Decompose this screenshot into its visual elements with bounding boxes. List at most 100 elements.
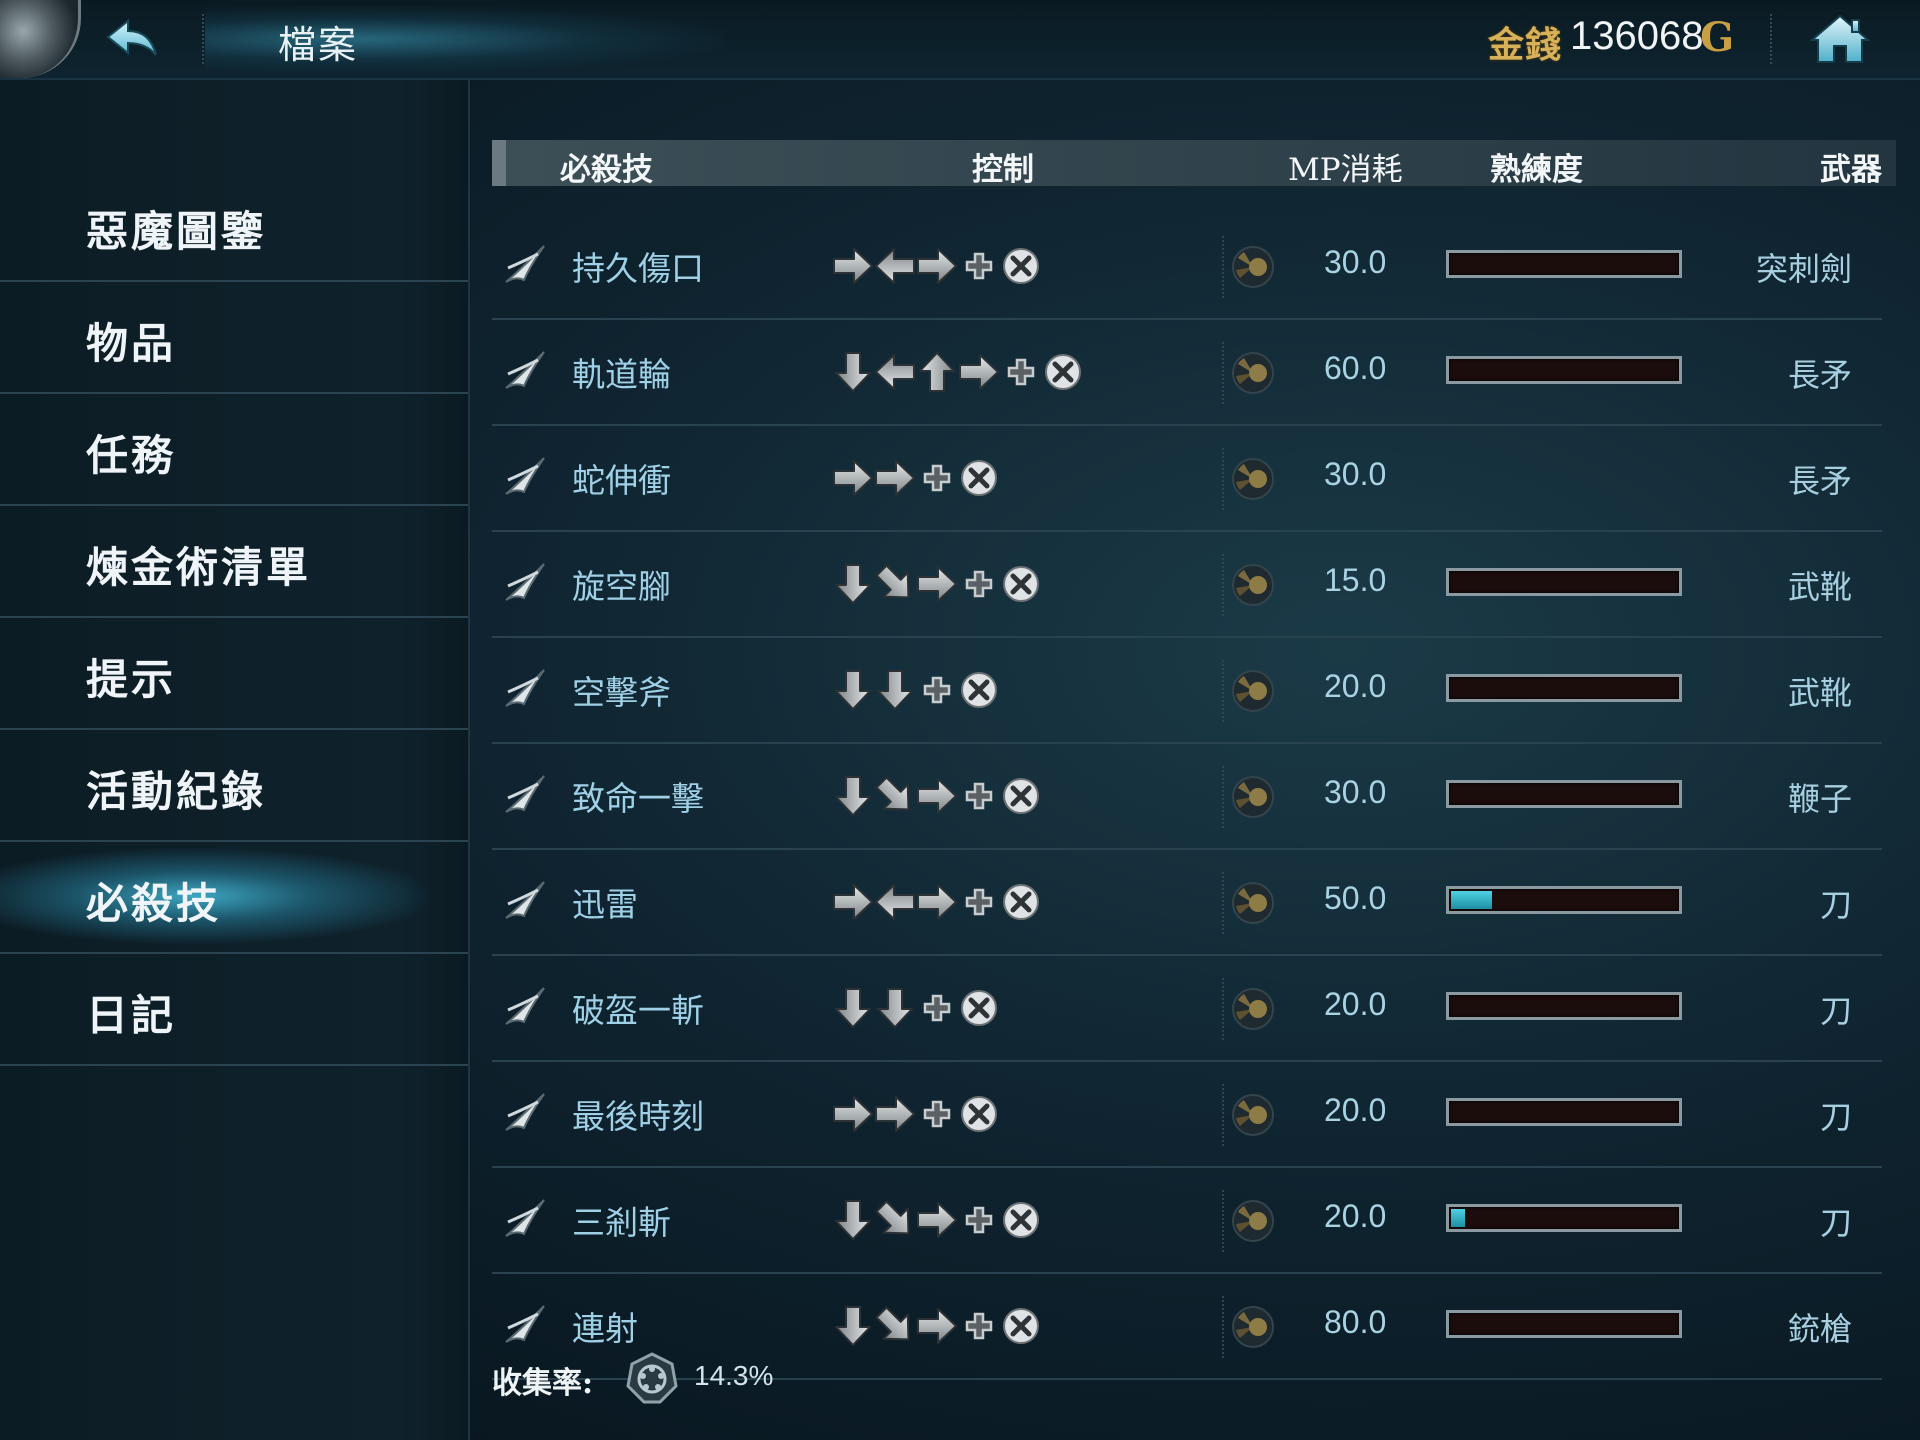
back-button[interactable] xyxy=(100,12,164,66)
footer-divider xyxy=(780,1378,1880,1380)
attack-button-icon xyxy=(998,880,1044,924)
attack-button-icon xyxy=(998,562,1044,606)
mp-cost: 30.0 xyxy=(1324,244,1387,280)
down-arrow-icon xyxy=(830,986,876,1030)
collection-medal-icon xyxy=(626,1352,678,1404)
sidebar-item-label: 惡魔圖鑒 xyxy=(86,207,267,256)
row-divider xyxy=(1222,1296,1224,1358)
down-arrow-icon xyxy=(830,562,876,606)
mp-cost: 50.0 xyxy=(1324,880,1387,916)
left-arrow-icon xyxy=(872,350,918,394)
down-arrow-icon xyxy=(872,986,918,1030)
helm-splitter-icon xyxy=(500,982,550,1032)
skill-row[interactable]: 軌道輪 60.0 長矛 xyxy=(492,320,1882,426)
skill-name: 三剎斬 xyxy=(572,1203,671,1242)
skill-name: 連射 xyxy=(572,1309,638,1348)
right-arrow-icon xyxy=(914,244,960,288)
plus-icon xyxy=(956,1198,1002,1242)
home-icon xyxy=(1809,14,1871,63)
whip-icon xyxy=(500,770,550,820)
weapon-type: 鞭子 xyxy=(1787,780,1852,818)
sidebar-item-activity-log[interactable]: 活動紀錄 xyxy=(0,728,468,842)
sidebar-item-label: 物品 xyxy=(86,319,177,368)
proficiency-bar xyxy=(1446,1098,1682,1126)
skill-row[interactable]: 迅雷 50.0 刀 xyxy=(492,850,1882,956)
sidebar: 惡魔圖鑒 物品 任務 煉金術清單 提示 活動紀錄 必殺技 日記 xyxy=(0,80,470,1440)
mp-gauge-icon xyxy=(1230,244,1276,290)
weapon-type: 銃槍 xyxy=(1787,1310,1852,1348)
row-divider xyxy=(1222,872,1224,934)
sidebar-item-items[interactable]: 物品 xyxy=(0,280,468,394)
skill-name: 空擊斧 xyxy=(572,673,671,712)
proficiency-bar xyxy=(1446,250,1682,278)
attack-button-icon xyxy=(956,1092,1002,1136)
right-arrow-icon xyxy=(914,1198,960,1242)
sidebar-item-alchemy-list[interactable]: 煉金術清單 xyxy=(0,504,468,618)
right-arrow-icon xyxy=(914,562,960,606)
mp-gauge-icon xyxy=(1230,668,1276,714)
row-divider xyxy=(1222,236,1224,298)
attack-button-icon xyxy=(998,774,1044,818)
skill-name: 迅雷 xyxy=(572,885,638,924)
skill-row[interactable]: 持久傷口 30.0 突刺劍 xyxy=(492,214,1882,320)
plus-icon xyxy=(914,1092,960,1136)
corner-ornament-icon xyxy=(0,0,81,78)
mp-cost: 20.0 xyxy=(1324,668,1387,704)
down-right-arrow-icon xyxy=(872,774,918,818)
skill-row[interactable]: 最後時刻 20.0 刀 xyxy=(492,1062,1882,1168)
plus-icon xyxy=(914,668,960,712)
row-divider xyxy=(1222,1084,1224,1146)
skill-row[interactable]: 三剎斬 20.0 刀 xyxy=(492,1168,1882,1274)
money-label: 金錢 xyxy=(1488,24,1563,66)
weapon-type: 刀 xyxy=(1819,1098,1852,1136)
sidebar-item-demon-encyclopedia[interactable]: 惡魔圖鑒 xyxy=(0,168,468,282)
skill-name: 破盔一斬 xyxy=(572,991,704,1030)
down-right-arrow-icon xyxy=(872,1304,918,1348)
skill-row[interactable]: 空擊斧 20.0 武靴 xyxy=(492,638,1882,744)
plus-icon xyxy=(956,562,1002,606)
sidebar-item-label: 任務 xyxy=(86,431,177,480)
mp-gauge-icon xyxy=(1230,986,1276,1032)
sidebar-item-special-moves[interactable]: 必殺技 xyxy=(0,840,468,954)
skill-row[interactable]: 旋空腳 15.0 武靴 xyxy=(492,532,1882,638)
skill-row[interactable]: 蛇伸衝 30.0 長矛 xyxy=(492,426,1882,532)
proficiency-fill xyxy=(1451,1209,1465,1227)
mp-cost: 20.0 xyxy=(1324,1198,1387,1234)
column-header-weapon: 武器 xyxy=(1820,152,1882,188)
sidebar-item-label: 必殺技 xyxy=(86,879,222,928)
rapid-fire-icon xyxy=(500,1300,550,1350)
down-arrow-icon xyxy=(830,350,876,394)
mp-gauge-icon xyxy=(1230,880,1276,926)
thunder-icon xyxy=(500,876,550,926)
row-divider xyxy=(1222,554,1224,616)
sidebar-item-quests[interactable]: 任務 xyxy=(0,392,468,506)
skill-name: 持久傷口 xyxy=(572,249,704,288)
sidebar-item-tips[interactable]: 提示 xyxy=(0,616,468,730)
right-arrow-icon xyxy=(914,1304,960,1348)
mp-cost: 15.0 xyxy=(1324,562,1387,598)
plus-icon xyxy=(956,244,1002,288)
row-divider xyxy=(1222,978,1224,1040)
home-button[interactable] xyxy=(1808,12,1872,66)
weapon-type: 武靴 xyxy=(1787,674,1852,712)
money-unit: G xyxy=(1700,14,1735,61)
down-arrow-icon xyxy=(830,1304,876,1348)
skill-row[interactable]: 破盔一斬 20.0 刀 xyxy=(492,956,1882,1062)
proficiency-bar xyxy=(1446,886,1682,914)
mp-cost: 60.0 xyxy=(1324,350,1387,386)
right-arrow-icon xyxy=(830,880,876,924)
mp-cost: 20.0 xyxy=(1324,1092,1387,1128)
row-divider xyxy=(1222,660,1224,722)
column-header-control: 控制 xyxy=(972,152,1034,188)
down-arrow-icon xyxy=(830,1198,876,1242)
attack-button-icon xyxy=(956,456,1002,500)
sidebar-item-label: 提示 xyxy=(86,655,177,704)
plus-icon xyxy=(956,880,1002,924)
sidebar-item-diary[interactable]: 日記 xyxy=(0,952,468,1066)
weapon-type: 刀 xyxy=(1819,886,1852,924)
row-divider xyxy=(1222,766,1224,828)
orbit-icon xyxy=(500,346,550,396)
sidebar-item-label: 活動紀錄 xyxy=(86,767,267,816)
plus-icon xyxy=(998,350,1044,394)
skill-row[interactable]: 致命一擊 30.0 鞭子 xyxy=(492,744,1882,850)
